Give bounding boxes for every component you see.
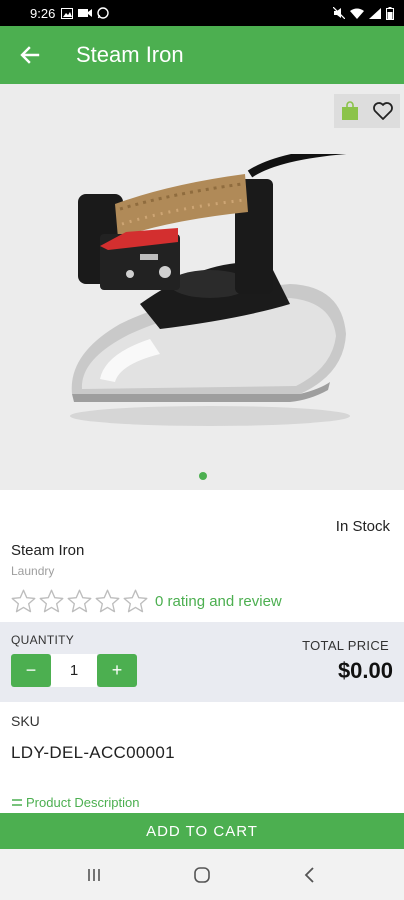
rating-review-link[interactable]: 0 rating and review: [155, 593, 282, 610]
quantity-panel: QUANTITY − 1 + TOTAL PRICE $0.00: [0, 622, 404, 702]
increment-button[interactable]: +: [97, 654, 137, 687]
gallery-icon: [61, 7, 74, 19]
home-icon: [194, 866, 210, 883]
quantity-label: QUANTITY: [11, 633, 75, 647]
menu-lines-icon: [12, 799, 22, 806]
product-name: Steam Iron: [11, 542, 85, 559]
stock-status: In Stock: [335, 518, 390, 535]
add-to-bag-button[interactable]: [341, 101, 359, 121]
product-category: Laundry: [11, 564, 55, 578]
wifi-icon: [350, 8, 364, 19]
status-time: 9:26: [30, 5, 56, 21]
wishlist-button[interactable]: [372, 101, 394, 121]
total-price: $0.00: [337, 658, 393, 683]
video-icon: [78, 9, 93, 17]
mute-icon: [333, 7, 345, 19]
quantity-stepper: − 1 +: [11, 654, 137, 687]
quantity-value[interactable]: 1: [51, 654, 97, 687]
add-to-cart-button[interactable]: ADD TO CART: [0, 813, 404, 849]
sku-label: SKU: [11, 713, 40, 729]
app-bar: Steam Iron: [0, 26, 404, 84]
product-description-label: Product Description: [26, 795, 140, 810]
signal-icon: [369, 7, 381, 19]
rating-stars[interactable]: [10, 588, 149, 615]
product-info: In Stock Steam Iron Laundry 0 rating and…: [0, 490, 404, 622]
shopping-bag-icon: [341, 101, 358, 120]
star-icon: [39, 589, 64, 613]
product-image: [70, 154, 350, 426]
recent-apps-button[interactable]: [64, 855, 124, 895]
decrement-button[interactable]: −: [11, 654, 51, 687]
battery-icon: [386, 6, 394, 20]
rating-row: 0 rating and review: [10, 588, 282, 615]
page-title: Steam Iron: [76, 42, 184, 67]
star-icon: [95, 589, 120, 613]
product-gallery[interactable]: [0, 84, 404, 490]
star-icon: [123, 589, 148, 613]
total-price-label: TOTAL PRICE: [302, 638, 389, 653]
system-back-button[interactable]: [280, 855, 340, 895]
recent-apps-icon: [88, 868, 100, 881]
gallery-actions: [334, 94, 400, 128]
gallery-page-indicator: [199, 472, 207, 480]
status-bar: 9:26: [0, 0, 404, 26]
home-button[interactable]: [172, 855, 232, 895]
system-nav-bar: [0, 849, 404, 900]
sku-value: LDY-DEL-ACC00001: [11, 743, 175, 762]
back-button[interactable]: [0, 26, 60, 84]
product-description-link[interactable]: Product Description: [11, 795, 139, 810]
chevron-left-icon: [304, 866, 314, 883]
star-icon: [67, 589, 92, 613]
star-icon: [11, 589, 36, 613]
arrow-left-icon: [20, 46, 40, 64]
whatsapp-icon: [97, 7, 110, 19]
heart-icon: [372, 102, 393, 120]
